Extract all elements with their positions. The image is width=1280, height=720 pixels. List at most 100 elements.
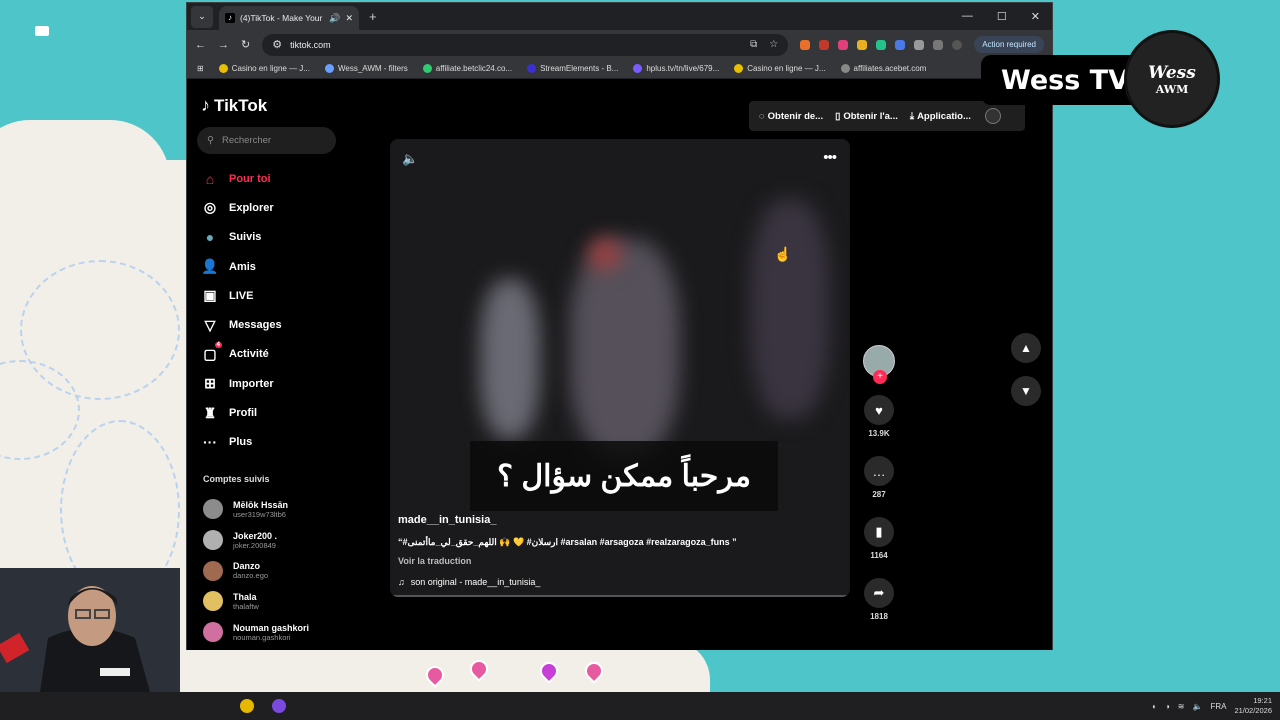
extension-icon[interactable]	[819, 39, 830, 50]
bookmark-item[interactable]: Wess_AWM - filters	[324, 64, 408, 73]
volume-icon[interactable]: 🔈	[402, 151, 418, 167]
cast-icon[interactable]: ⧉	[750, 39, 757, 50]
get-coins-button[interactable]: ◌ Obtenir de...	[759, 111, 823, 122]
wifi-icon[interactable]: ≋	[1178, 702, 1185, 711]
map-land-cloud	[0, 120, 170, 240]
following-account[interactable]: Thala thalaftw	[203, 586, 309, 617]
sidebar-item-amis[interactable]: 👤 Amis	[201, 252, 282, 281]
taskbar-app-icon[interactable]	[240, 699, 254, 713]
sidebar-item-plus[interactable]: ··· Plus	[201, 428, 282, 457]
profile-avatar-icon[interactable]	[952, 39, 963, 50]
extension-icon[interactable]	[857, 39, 868, 50]
bookmark-item[interactable]: affiliates.acebet.com	[840, 64, 926, 73]
get-app-button[interactable]: ▯ Obtenir l'a...	[835, 111, 898, 122]
following-account[interactable]: Nouman gashkori nouman.gashkori	[203, 617, 309, 648]
reload-icon[interactable]: ↻	[241, 38, 250, 51]
site-info-icon[interactable]: ⚙	[272, 38, 282, 51]
save-button[interactable]: ▮ 1164	[864, 517, 894, 560]
forward-icon[interactable]: →	[218, 39, 229, 51]
action-required-button[interactable]: Action required	[974, 36, 1044, 53]
account-name: Thala	[233, 591, 257, 602]
minimize-icon[interactable]: —	[962, 10, 973, 23]
sidebar-item-live[interactable]: ▣ LIVE	[201, 281, 282, 310]
maximize-icon[interactable]: ☐	[997, 10, 1007, 23]
following-account[interactable]: Danzo danzo.ego	[203, 555, 309, 586]
compass-icon: ◎	[203, 199, 217, 216]
bookmark-item[interactable]: Casino en ligne — J...	[734, 64, 826, 73]
sidebar-item-pourtoi[interactable]: ⌂ Pour toi	[201, 164, 282, 193]
share-button[interactable]: ➦ 1818	[864, 578, 894, 621]
clock[interactable]: 19:21 21/02/2026	[1234, 696, 1272, 716]
extension-icon[interactable]	[838, 39, 849, 50]
comment-button[interactable]: … 287	[864, 456, 894, 499]
lang-indicator[interactable]: FRA	[1210, 702, 1226, 711]
sidebar-item-activit[interactable]: ▢ 4 Activité	[201, 340, 282, 369]
desktop-app-label: Applicatio...	[917, 110, 971, 122]
extension-icon[interactable]	[876, 39, 887, 50]
tab-tiktok[interactable]: ♪ (4)TikTok - Make Your Day 🔊 ✕	[219, 6, 359, 30]
home-icon: ⌂	[205, 170, 215, 187]
new-tab-icon[interactable]: +	[369, 9, 377, 24]
bookmark-label: Wess_AWM - filters	[337, 64, 408, 73]
bookmark-favicon-icon	[324, 64, 334, 73]
video-author[interactable]: made__in_tunisia_	[398, 514, 496, 526]
video-subtitle: مرحباً ممكن سؤال ؟	[470, 441, 778, 511]
browser-window: ⌄ ♪ (4)TikTok - Make Your Day 🔊 ✕ + — ☐ …	[186, 2, 1053, 650]
desktop-app-button[interactable]: ⤓ Applicatio...	[910, 111, 971, 122]
tab-close-icon[interactable]: ✕	[345, 13, 353, 24]
sidebar-item-profil[interactable]: ♜ Profil	[201, 398, 282, 427]
sidebar-item-importer[interactable]: ⊞ Importer	[201, 369, 282, 398]
video-figure	[570, 239, 680, 459]
see-translation-link[interactable]: Voir la traduction	[398, 556, 471, 566]
bookmark-item[interactable]: StreamElements - B...	[527, 64, 618, 73]
video-player[interactable]: 🔈 ••• مرحباً ممكن سؤال ؟ made__in_tunisi…	[390, 139, 850, 597]
desktop-icon[interactable]	[35, 26, 49, 36]
search-input[interactable]: ⚲ Rechercher	[197, 127, 336, 154]
extension-icon[interactable]	[800, 39, 811, 50]
bookmarks-bar: ⊞ Casino en ligne — J... Wess_AWM - filte…	[187, 59, 1052, 79]
bookmark-item[interactable]: hplus.tv/tn/live/679...	[633, 64, 719, 73]
tab-strip: ⌄ ♪ (4)TikTok - Make Your Day 🔊 ✕ + — ☐ …	[187, 3, 1052, 30]
user-avatar[interactable]	[984, 108, 1001, 124]
tab-search-icon[interactable]: ⌄	[191, 5, 213, 28]
sidebar-item-messages[interactable]: ▽ Messages	[201, 310, 282, 339]
live-icon: ▣	[203, 287, 217, 304]
logo-line-2: AWM	[1155, 82, 1189, 96]
share-count: 1818	[870, 612, 888, 621]
extension-icon[interactable]	[895, 39, 906, 50]
media-icon[interactable]	[933, 39, 944, 50]
chevron-down-icon: ▼	[1020, 384, 1032, 398]
tab-audio-icon[interactable]: 🔊	[329, 13, 340, 24]
like-button[interactable]: ♥ 13.9K	[864, 395, 894, 438]
sidebar-item-explorer[interactable]: ◎ Explorer	[201, 193, 282, 222]
more-options-icon[interactable]: •••	[823, 149, 837, 166]
taskbar-app-icon[interactable]	[272, 699, 286, 713]
address-bar[interactable]: ⚙ tiktok.com ⧉ ☆	[262, 33, 789, 56]
apps-grid-icon[interactable]: ⊞	[197, 64, 204, 73]
tray-icon[interactable]: ◐	[1152, 702, 1157, 711]
previous-video-button[interactable]: ▲	[1011, 333, 1041, 363]
coin-icon: ◌	[759, 110, 765, 122]
video-progress-bar[interactable]	[390, 595, 850, 597]
following-account[interactable]: Mēlōk Hssān user319w73ltb6	[203, 494, 309, 525]
creator-avatar[interactable]: +	[863, 345, 895, 384]
like-count: 13.9K	[868, 429, 890, 438]
sidebar-item-suivis[interactable]: ● Suivis	[201, 223, 282, 252]
profile-icon: ♜	[203, 404, 217, 421]
url-text: tiktok.com	[290, 39, 331, 50]
back-icon[interactable]: ←	[195, 39, 206, 51]
tray-icon[interactable]: ◑	[1165, 702, 1170, 711]
follow-plus-icon[interactable]: +	[873, 370, 887, 384]
bookmark-item[interactable]: Casino en ligne — J...	[218, 64, 310, 73]
next-video-button[interactable]: ▼	[1011, 376, 1041, 406]
sound-link[interactable]: ♫ son original - made__in_tunisia_	[398, 577, 540, 587]
bookmark-star-icon[interactable]: ☆	[769, 39, 778, 50]
bookmark-item[interactable]: affiliate.betclic24.co...	[422, 64, 512, 73]
close-window-icon[interactable]: ✕	[1031, 10, 1040, 23]
tiktok-logo[interactable]: ♪ TikTok	[201, 95, 267, 116]
speaker-icon[interactable]: 🔈	[1192, 702, 1202, 711]
extensions-puzzle-icon[interactable]	[914, 39, 925, 50]
phone-icon: ▯	[835, 110, 841, 122]
following-account[interactable]: Joker200 . joker.200849	[203, 525, 309, 556]
toolbar: ← → ↻ ⚙ tiktok.com ⧉ ☆ Action required	[187, 30, 1052, 59]
